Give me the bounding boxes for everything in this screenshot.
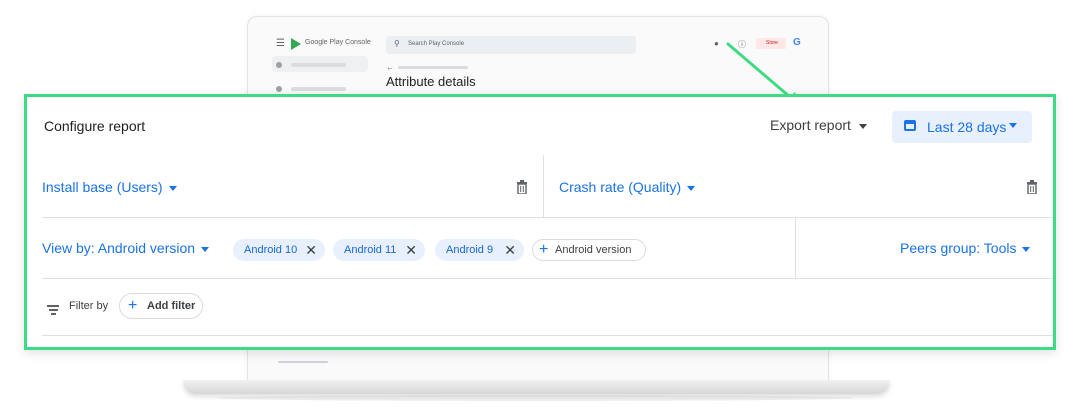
export-report-button[interactable]: Export report (770, 117, 867, 133)
chip-label: Android 9 (446, 244, 494, 256)
filter-by-label: Filter by (69, 300, 109, 312)
laptop-shadow (215, 395, 855, 401)
chevron-down-icon (687, 185, 696, 191)
chevron-down-icon (858, 123, 867, 129)
calendar-icon (904, 120, 916, 131)
metrics-row (42, 155, 1053, 218)
date-range-label: Last 28 days (927, 119, 1007, 135)
filter-chip[interactable]: Android 9 ✕ (435, 239, 524, 261)
add-dimension-button[interactable]: + Android version (532, 239, 646, 261)
close-icon[interactable]: ✕ (504, 239, 516, 261)
filter-chip[interactable]: Android 11 ✕ (333, 239, 425, 261)
chevron-down-icon (201, 246, 210, 252)
add-dimension-label: Android version (555, 244, 632, 256)
configure-report-panel: Configure report Export report Last 28 d… (24, 94, 1056, 350)
search-icon: ⚲ (394, 39, 400, 48)
chevron-down-icon (1022, 246, 1031, 252)
metric-selector-left[interactable]: Install base (Users) (42, 179, 177, 195)
play-console-logo (291, 38, 301, 50)
delete-icon[interactable] (516, 180, 528, 194)
breadcrumb-placeholder (398, 66, 468, 69)
notifications-icon[interactable]: ● (714, 39, 719, 48)
google-account-icon[interactable]: G (793, 37, 801, 48)
sidebar-item[interactable] (276, 85, 348, 93)
chip-label: Android 10 (244, 244, 298, 256)
view-by-label: View by: Android version (42, 240, 196, 256)
peers-group-selector[interactable]: Peers group: Tools (900, 240, 1031, 256)
export-report-label: Export report (770, 117, 851, 133)
filter-chip[interactable]: Android 10 ✕ (233, 239, 325, 261)
column-divider (543, 155, 544, 217)
metric-left-label: Install base (Users) (42, 179, 163, 195)
search-placeholder: Search Play Console (408, 41, 465, 47)
menu-icon[interactable]: ☰ (276, 38, 285, 49)
brand-name: Google Play Console (305, 39, 371, 46)
page-title: Attribute details (386, 74, 476, 89)
delete-icon[interactable] (1026, 180, 1038, 194)
panel-title: Configure report (44, 118, 146, 134)
sidebar-item[interactable] (276, 61, 348, 69)
placeholder-bar (278, 361, 328, 363)
date-range-button[interactable]: Last 28 days (892, 111, 1032, 143)
help-icon[interactable]: ⓘ (738, 39, 746, 50)
chip-label: Android 11 (344, 244, 397, 256)
back-arrow-icon[interactable]: ← (386, 63, 394, 72)
store-chip[interactable]: Store (756, 38, 786, 49)
view-by-selector[interactable]: View by: Android version (42, 240, 210, 256)
add-filter-button[interactable]: + Add filter (119, 293, 203, 319)
plus-icon: + (128, 297, 138, 314)
chevron-down-icon (1009, 123, 1017, 128)
close-icon[interactable]: ✕ (305, 239, 317, 261)
metric-selector-right[interactable]: Crash rate (Quality) (559, 179, 696, 195)
plus-icon: + (539, 241, 549, 258)
metric-right-label: Crash rate (Quality) (559, 179, 682, 195)
filter-icon (47, 305, 59, 317)
column-divider (795, 217, 796, 278)
search-input[interactable]: ⚲ Search Play Console (386, 36, 636, 54)
close-icon[interactable]: ✕ (405, 239, 417, 261)
panel-header: Configure report Export report Last 28 d… (42, 97, 1053, 155)
console-header: ☰ Google Play Console ⚲ Search Play Cons… (248, 17, 828, 93)
chevron-down-icon (168, 185, 177, 191)
add-filter-label: Add filter (147, 300, 196, 312)
peers-group-label: Peers group: Tools (900, 240, 1017, 256)
laptop-base (183, 380, 890, 394)
